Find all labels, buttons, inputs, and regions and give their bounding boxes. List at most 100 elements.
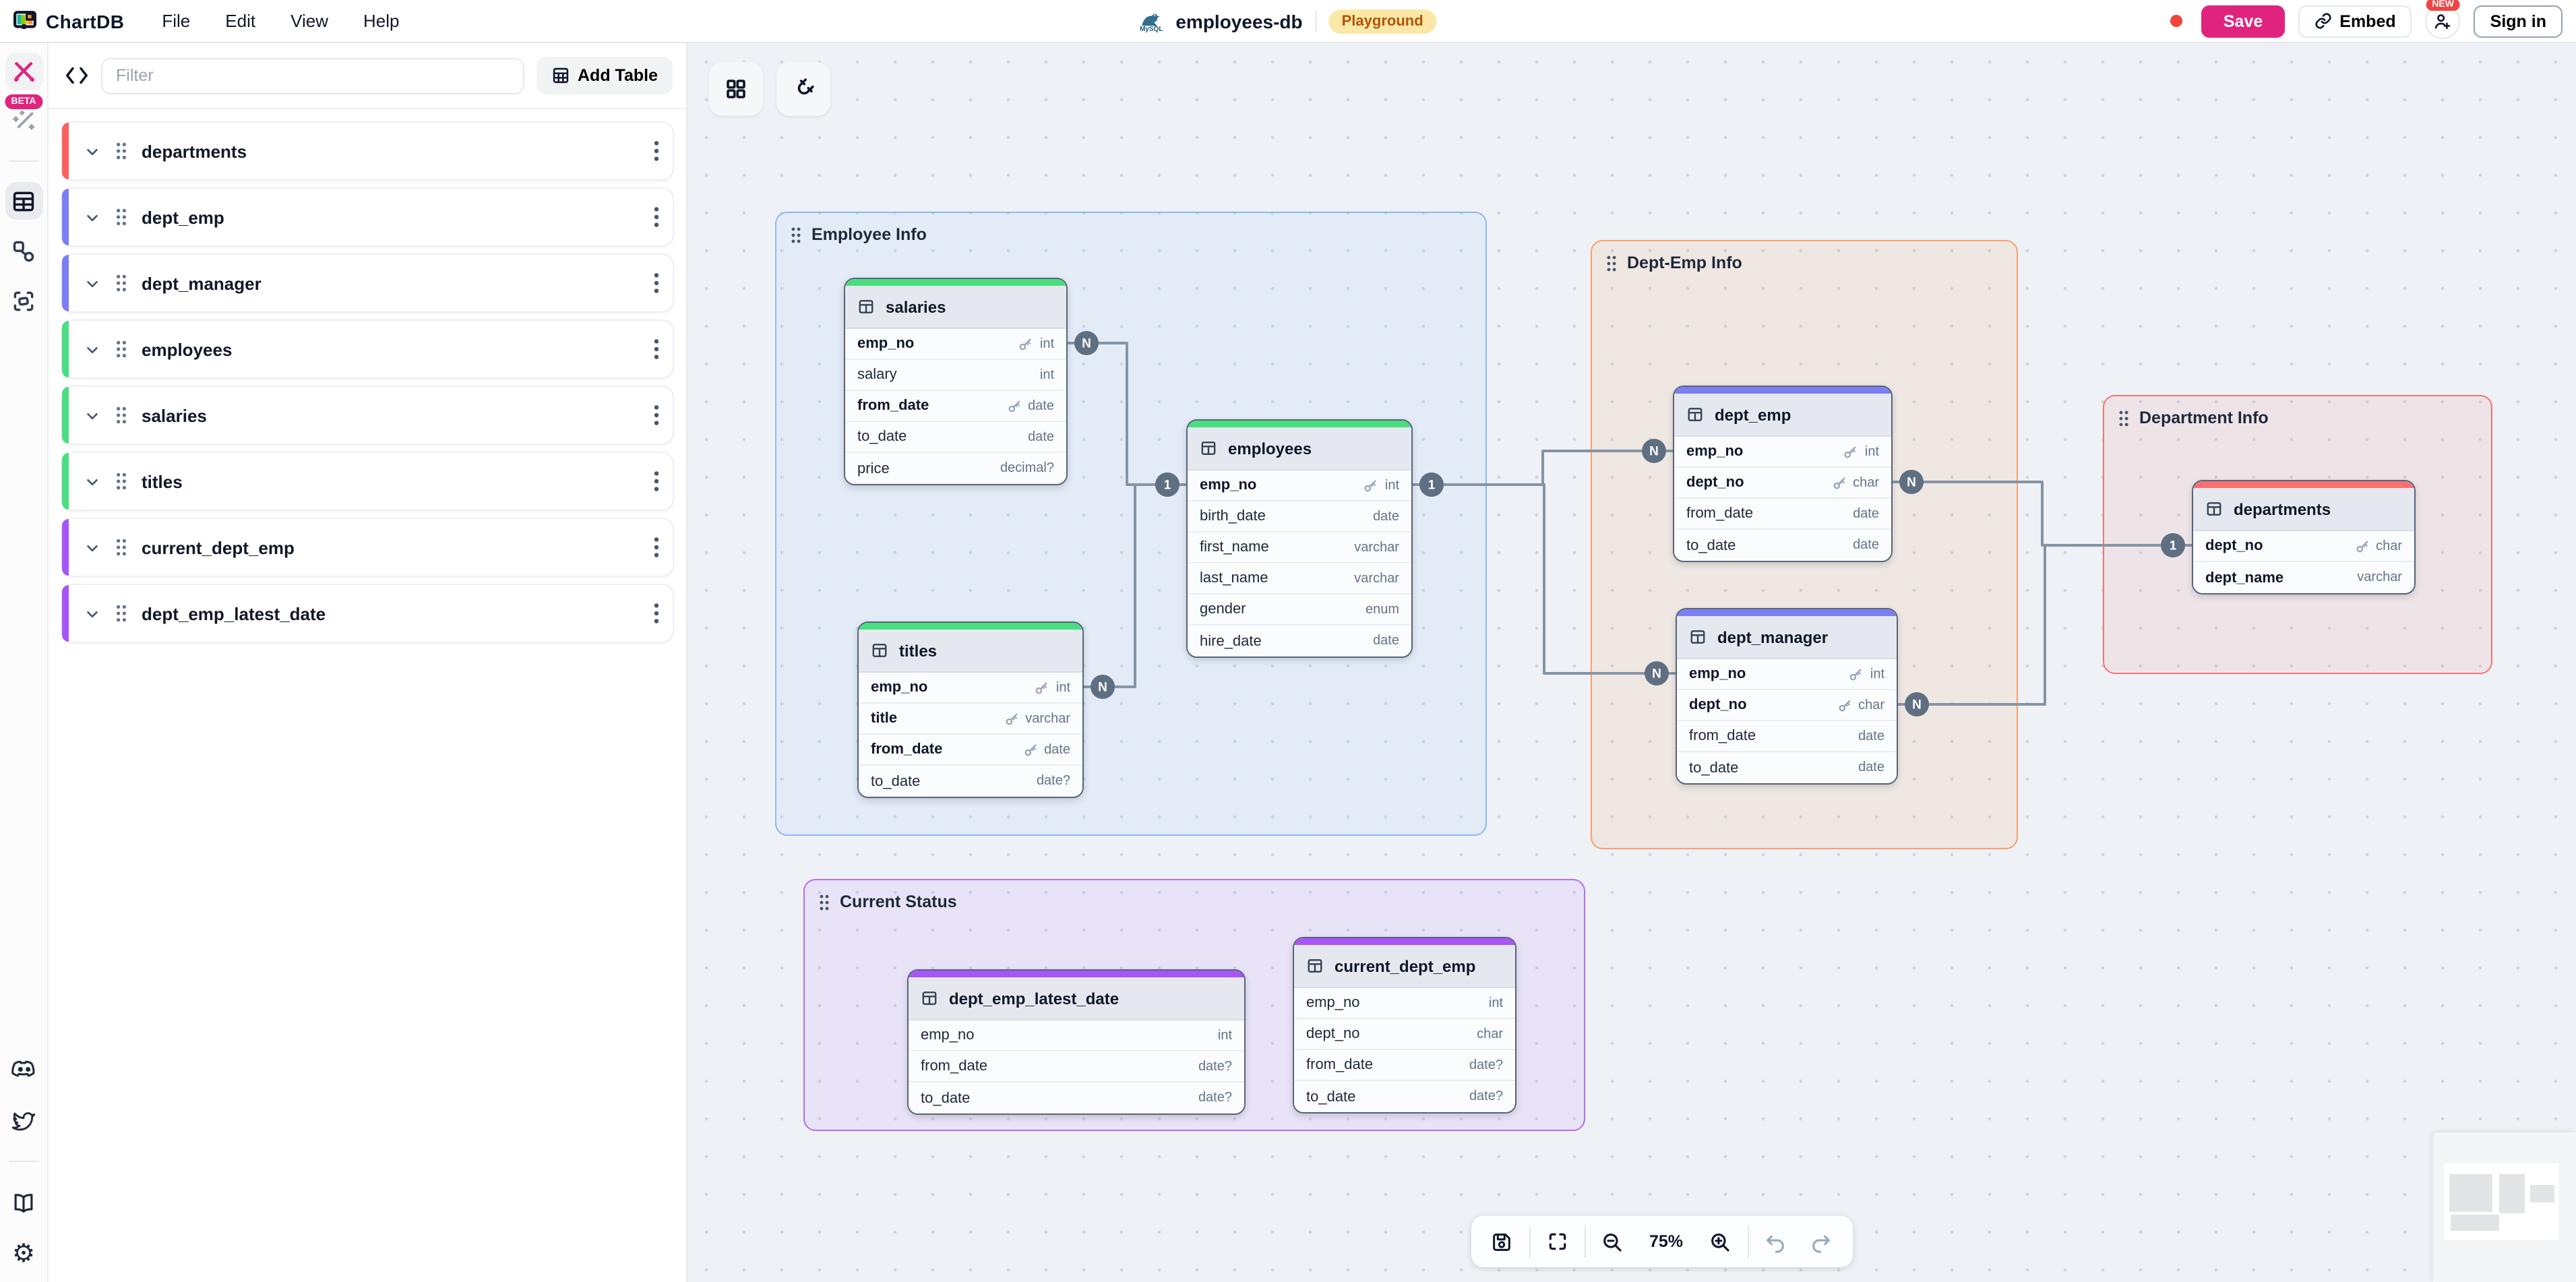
chevron-down-icon[interactable] [84,472,101,490]
ai-assistant-button[interactable]: BETA [5,102,42,140]
drag-handle-icon[interactable] [115,208,128,226]
table-dept_emp[interactable]: dept_emp emp_nointdept_nocharfrom_dateda… [1673,386,1893,562]
drag-handle-icon[interactable] [1605,254,1618,272]
chevron-down-icon[interactable] [84,539,101,556]
field-employees-hire_date[interactable]: hire_datedate [1188,625,1411,657]
kebab-menu-icon[interactable] [654,140,659,162]
field-dept_emp-emp_no[interactable]: emp_noint [1674,437,1891,468]
layout-button[interactable] [709,62,763,116]
sidebar-item-dept_manager[interactable]: dept_manager [61,253,674,313]
field-dept_emp-dept_no[interactable]: dept_nochar [1674,468,1891,499]
field-employees-birth_date[interactable]: birth_datedate [1188,501,1411,532]
sidebar-item-titles[interactable]: titles [61,452,674,511]
field-salaries-salary[interactable]: salaryint [845,360,1066,391]
embed-button[interactable]: Embed [2298,5,2412,37]
drag-handle-icon[interactable] [115,538,128,557]
table-titles[interactable]: titles emp_nointtitlevarcharfrom_datedat… [857,621,1084,798]
field-employees-first_name[interactable]: first_namevarchar [1188,532,1411,563]
field-dept_emp_latest_date-emp_no[interactable]: emp_noint [909,1020,1244,1051]
twitter-button[interactable] [5,1101,42,1139]
drag-handle-icon[interactable] [115,142,128,160]
table-header[interactable]: departments [2193,488,2414,531]
discord-button[interactable] [5,1050,42,1088]
field-dept_manager-to_date[interactable]: to_datedate [1677,752,1897,783]
filter-input[interactable] [101,57,524,94]
docs-button[interactable] [5,1184,42,1221]
field-current_dept_emp-emp_no[interactable]: emp_noint [1294,988,1515,1019]
chevron-down-icon[interactable] [84,605,101,622]
kebab-menu-icon[interactable] [654,206,659,228]
field-titles-emp_no[interactable]: emp_noint [859,673,1082,704]
redo-button[interactable] [1798,1221,1844,1262]
field-titles-title[interactable]: titlevarchar [859,704,1082,735]
menu-help[interactable]: Help [363,11,400,31]
sidebar-item-employees[interactable]: employees [61,319,674,379]
chevron-down-icon[interactable] [84,208,101,226]
field-titles-to_date[interactable]: to_datedate? [859,766,1082,797]
fit-view-button[interactable] [1534,1221,1580,1262]
zoom-level[interactable]: 75% [1635,1232,1697,1251]
table-employees[interactable]: employees emp_nointbirth_datedatefirst_n… [1186,419,1413,658]
drag-handle-icon[interactable] [115,472,128,491]
field-dept_emp_latest_date-from_date[interactable]: from_datedate? [909,1051,1244,1082]
code-view-icon[interactable] [65,65,89,86]
sign-in-button[interactable]: Sign in [2474,5,2563,37]
minimap[interactable] [2433,1132,2576,1282]
table-salaries[interactable]: salaries emp_nointsalaryintfrom_datedate… [844,278,1068,485]
table-departments[interactable]: departments dept_nochardept_namevarchar [2192,480,2416,594]
field-titles-from_date[interactable]: from_datedate [859,735,1082,766]
snap-button[interactable] [776,62,830,116]
field-dept_manager-emp_no[interactable]: emp_noint [1677,659,1897,690]
kebab-menu-icon[interactable] [654,470,659,492]
field-employees-last_name[interactable]: last_namevarchar [1188,563,1411,594]
field-dept_manager-dept_no[interactable]: dept_nochar [1677,690,1897,721]
drag-handle-icon[interactable] [115,604,128,623]
table-header[interactable]: current_dept_emp [1294,945,1515,988]
sidebar-item-departments[interactable]: departments [61,121,674,181]
field-current_dept_emp-to_date[interactable]: to_datedate? [1294,1081,1515,1112]
drag-handle-icon[interactable] [2118,409,2130,427]
save-button[interactable]: Save [2202,5,2284,37]
zoom-out-button[interactable] [1589,1221,1635,1262]
field-salaries-emp_no[interactable]: emp_noint [845,329,1066,360]
field-current_dept_emp-dept_no[interactable]: dept_nochar [1294,1019,1515,1050]
field-salaries-from_date[interactable]: from_datedate [845,391,1066,422]
relationships-view-button[interactable] [5,232,42,270]
chevron-down-icon[interactable] [84,142,101,160]
table-header[interactable]: titles [859,630,1082,673]
field-employees-gender[interactable]: genderenum [1188,594,1411,625]
menu-view[interactable]: View [290,11,328,31]
kebab-menu-icon[interactable] [654,338,659,360]
diagram-canvas[interactable]: N1N1N1N1N1N1 [687,43,2576,1282]
field-employees-emp_no[interactable]: emp_noint [1188,470,1411,501]
chartdb-editor-button[interactable] [5,53,42,90]
areas-view-button[interactable] [5,282,42,319]
drag-handle-icon[interactable] [790,226,802,243]
field-current_dept_emp-from_date[interactable]: from_datedate? [1294,1050,1515,1081]
table-header[interactable]: salaries [845,286,1066,329]
table-header[interactable]: dept_emp [1674,394,1891,437]
invite-user-button[interactable]: NEW [2426,3,2461,38]
sidebar-item-salaries[interactable]: salaries [61,386,674,445]
menu-edit[interactable]: Edit [225,11,255,31]
add-table-button[interactable]: Add Table [536,57,673,94]
field-dept_emp-from_date[interactable]: from_datedate [1674,499,1891,530]
field-dept_emp-to_date[interactable]: to_datedate [1674,530,1891,561]
table-current_dept_emp[interactable]: current_dept_emp emp_nointdept_nocharfro… [1293,937,1516,1113]
field-departments-dept_no[interactable]: dept_nochar [2193,531,2414,562]
field-salaries-to_date[interactable]: to_datedate [845,422,1066,453]
field-departments-dept_name[interactable]: dept_namevarchar [2193,562,2414,593]
drag-handle-icon[interactable] [115,274,128,293]
zoom-in-button[interactable] [1697,1221,1743,1262]
chevron-down-icon[interactable] [84,274,101,292]
save-diagram-button[interactable] [1479,1221,1525,1262]
chartdb-logo[interactable]: ChartDB [13,10,124,32]
menu-file[interactable]: File [162,11,190,31]
tables-view-button[interactable] [5,182,42,220]
kebab-menu-icon[interactable] [654,272,659,294]
field-dept_emp_latest_date-to_date[interactable]: to_datedate? [909,1082,1244,1113]
drag-handle-icon[interactable] [115,406,128,425]
diagram-title-area[interactable]: MySQL employees-db Playground [1139,0,1436,43]
undo-button[interactable] [1752,1221,1798,1262]
settings-button[interactable]: ⚙ [5,1235,42,1273]
